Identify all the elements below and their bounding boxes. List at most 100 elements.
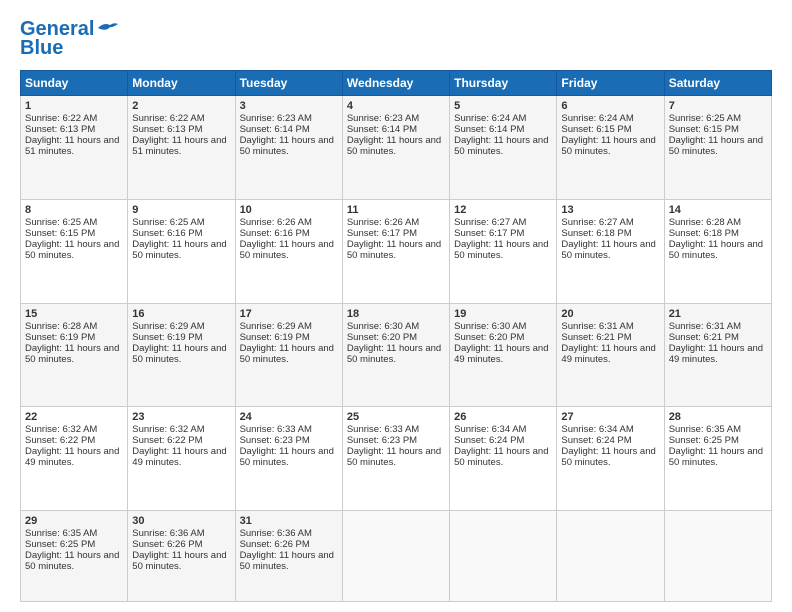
sunrise-label: Sunrise: 6:32 AM: [132, 424, 204, 435]
calendar-cell: [664, 511, 771, 602]
sunset-label: Sunset: 6:23 PM: [240, 435, 310, 446]
day-number: 2: [132, 100, 230, 112]
day-number: 6: [561, 100, 659, 112]
daylight-label: Daylight: 11 hours and 50 minutes.: [240, 239, 334, 261]
sunset-label: Sunset: 6:14 PM: [240, 124, 310, 135]
sunset-label: Sunset: 6:18 PM: [561, 228, 631, 239]
day-number: 27: [561, 411, 659, 423]
sunset-label: Sunset: 6:26 PM: [240, 539, 310, 550]
daylight-label: Daylight: 11 hours and 50 minutes.: [240, 550, 334, 572]
sunset-label: Sunset: 6:21 PM: [669, 332, 739, 343]
sunset-label: Sunset: 6:13 PM: [25, 124, 95, 135]
sunrise-label: Sunrise: 6:31 AM: [669, 321, 741, 332]
sunrise-label: Sunrise: 6:35 AM: [25, 528, 97, 539]
calendar-cell: 6Sunrise: 6:24 AMSunset: 6:15 PMDaylight…: [557, 96, 664, 200]
calendar-cell: 25Sunrise: 6:33 AMSunset: 6:23 PMDayligh…: [342, 407, 449, 511]
sunset-label: Sunset: 6:19 PM: [25, 332, 95, 343]
sunset-label: Sunset: 6:19 PM: [132, 332, 202, 343]
sunrise-label: Sunrise: 6:24 AM: [561, 113, 633, 124]
sunset-label: Sunset: 6:17 PM: [347, 228, 417, 239]
header: General Blue: [20, 18, 772, 60]
day-number: 13: [561, 204, 659, 216]
sunrise-label: Sunrise: 6:32 AM: [25, 424, 97, 435]
sunrise-label: Sunrise: 6:27 AM: [454, 217, 526, 228]
calendar-cell: 17Sunrise: 6:29 AMSunset: 6:19 PMDayligh…: [235, 303, 342, 407]
sunset-label: Sunset: 6:19 PM: [240, 332, 310, 343]
sunrise-label: Sunrise: 6:22 AM: [25, 113, 97, 124]
sunrise-label: Sunrise: 6:29 AM: [240, 321, 312, 332]
sunset-label: Sunset: 6:18 PM: [669, 228, 739, 239]
daylight-label: Daylight: 11 hours and 50 minutes.: [132, 550, 226, 572]
col-header-saturday: Saturday: [664, 71, 771, 96]
daylight-label: Daylight: 11 hours and 50 minutes.: [347, 135, 441, 157]
day-number: 22: [25, 411, 123, 423]
calendar-cell: 26Sunrise: 6:34 AMSunset: 6:24 PMDayligh…: [450, 407, 557, 511]
logo-blue: Blue: [20, 37, 63, 60]
daylight-label: Daylight: 11 hours and 50 minutes.: [25, 343, 119, 365]
calendar-cell: 3Sunrise: 6:23 AMSunset: 6:14 PMDaylight…: [235, 96, 342, 200]
sunrise-label: Sunrise: 6:23 AM: [240, 113, 312, 124]
day-number: 25: [347, 411, 445, 423]
calendar-cell: 8Sunrise: 6:25 AMSunset: 6:15 PMDaylight…: [21, 199, 128, 303]
sunrise-label: Sunrise: 6:26 AM: [347, 217, 419, 228]
sunrise-label: Sunrise: 6:29 AM: [132, 321, 204, 332]
daylight-label: Daylight: 11 hours and 50 minutes.: [347, 343, 441, 365]
sunset-label: Sunset: 6:14 PM: [454, 124, 524, 135]
daylight-label: Daylight: 11 hours and 50 minutes.: [454, 446, 548, 468]
sunrise-label: Sunrise: 6:25 AM: [25, 217, 97, 228]
daylight-label: Daylight: 11 hours and 50 minutes.: [454, 239, 548, 261]
calendar-cell: [450, 511, 557, 602]
sunrise-label: Sunrise: 6:27 AM: [561, 217, 633, 228]
calendar-cell: [557, 511, 664, 602]
daylight-label: Daylight: 11 hours and 49 minutes.: [561, 343, 655, 365]
sunset-label: Sunset: 6:22 PM: [132, 435, 202, 446]
day-number: 21: [669, 308, 767, 320]
calendar-cell: 7Sunrise: 6:25 AMSunset: 6:15 PMDaylight…: [664, 96, 771, 200]
calendar-cell: 14Sunrise: 6:28 AMSunset: 6:18 PMDayligh…: [664, 199, 771, 303]
sunset-label: Sunset: 6:14 PM: [347, 124, 417, 135]
day-number: 14: [669, 204, 767, 216]
calendar-cell: 9Sunrise: 6:25 AMSunset: 6:16 PMDaylight…: [128, 199, 235, 303]
calendar-table: SundayMondayTuesdayWednesdayThursdayFrid…: [20, 70, 772, 602]
calendar-cell: 30Sunrise: 6:36 AMSunset: 6:26 PMDayligh…: [128, 511, 235, 602]
day-number: 28: [669, 411, 767, 423]
daylight-label: Daylight: 11 hours and 50 minutes.: [454, 135, 548, 157]
sunset-label: Sunset: 6:16 PM: [132, 228, 202, 239]
calendar-cell: [342, 511, 449, 602]
calendar-cell: 16Sunrise: 6:29 AMSunset: 6:19 PMDayligh…: [128, 303, 235, 407]
sunrise-label: Sunrise: 6:31 AM: [561, 321, 633, 332]
sunset-label: Sunset: 6:21 PM: [561, 332, 631, 343]
calendar-cell: 5Sunrise: 6:24 AMSunset: 6:14 PMDaylight…: [450, 96, 557, 200]
day-number: 3: [240, 100, 338, 112]
day-number: 19: [454, 308, 552, 320]
sunrise-label: Sunrise: 6:23 AM: [347, 113, 419, 124]
daylight-label: Daylight: 11 hours and 50 minutes.: [25, 550, 119, 572]
day-number: 5: [454, 100, 552, 112]
sunset-label: Sunset: 6:25 PM: [25, 539, 95, 550]
daylight-label: Daylight: 11 hours and 50 minutes.: [347, 446, 441, 468]
sunset-label: Sunset: 6:20 PM: [454, 332, 524, 343]
calendar-cell: 13Sunrise: 6:27 AMSunset: 6:18 PMDayligh…: [557, 199, 664, 303]
calendar-cell: 24Sunrise: 6:33 AMSunset: 6:23 PMDayligh…: [235, 407, 342, 511]
daylight-label: Daylight: 11 hours and 50 minutes.: [561, 239, 655, 261]
day-number: 4: [347, 100, 445, 112]
sunrise-label: Sunrise: 6:36 AM: [240, 528, 312, 539]
daylight-label: Daylight: 11 hours and 50 minutes.: [240, 135, 334, 157]
calendar-cell: 27Sunrise: 6:34 AMSunset: 6:24 PMDayligh…: [557, 407, 664, 511]
sunset-label: Sunset: 6:16 PM: [240, 228, 310, 239]
col-header-sunday: Sunday: [21, 71, 128, 96]
day-number: 31: [240, 515, 338, 527]
sunrise-label: Sunrise: 6:28 AM: [669, 217, 741, 228]
daylight-label: Daylight: 11 hours and 49 minutes.: [132, 446, 226, 468]
calendar-cell: 11Sunrise: 6:26 AMSunset: 6:17 PMDayligh…: [342, 199, 449, 303]
daylight-label: Daylight: 11 hours and 50 minutes.: [240, 446, 334, 468]
daylight-label: Daylight: 11 hours and 50 minutes.: [669, 239, 763, 261]
daylight-label: Daylight: 11 hours and 49 minutes.: [669, 343, 763, 365]
day-number: 1: [25, 100, 123, 112]
sunset-label: Sunset: 6:20 PM: [347, 332, 417, 343]
calendar-cell: 28Sunrise: 6:35 AMSunset: 6:25 PMDayligh…: [664, 407, 771, 511]
col-header-thursday: Thursday: [450, 71, 557, 96]
calendar-cell: 18Sunrise: 6:30 AMSunset: 6:20 PMDayligh…: [342, 303, 449, 407]
daylight-label: Daylight: 11 hours and 50 minutes.: [561, 135, 655, 157]
daylight-label: Daylight: 11 hours and 51 minutes.: [25, 135, 119, 157]
